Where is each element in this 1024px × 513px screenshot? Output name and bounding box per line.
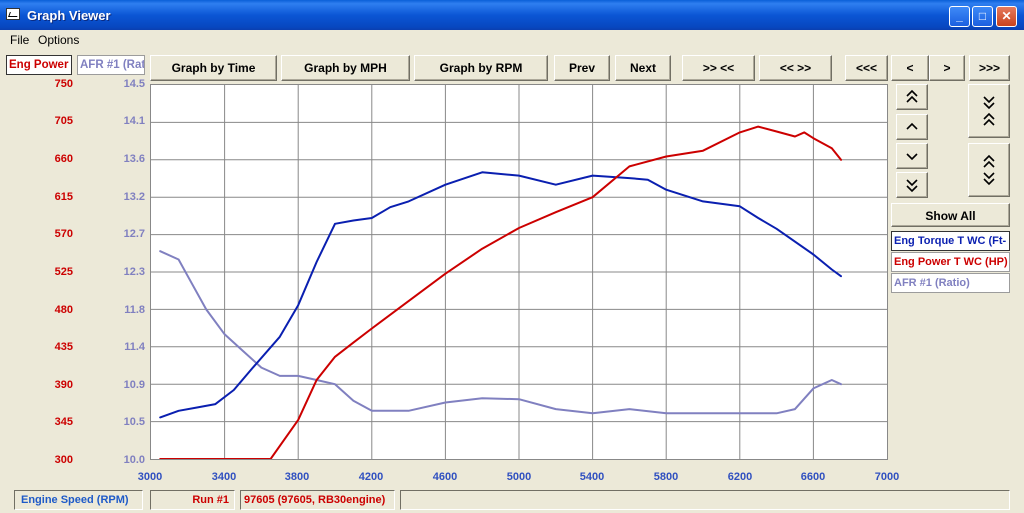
zoom-in-button[interactable]: >> <<: [682, 55, 755, 81]
afr-tick: 14.5: [123, 78, 145, 90]
prev-button[interactable]: Prev: [554, 55, 610, 81]
power-tick: 570: [54, 228, 73, 240]
power-tick: 480: [54, 304, 73, 316]
afr-tick: 11.4: [124, 341, 145, 353]
rpm-tick: 5400: [579, 471, 605, 483]
chevron-down-icon: [906, 153, 918, 161]
file-status: 97605 (97605, RB30engine): [240, 490, 395, 510]
afr-tick: 12.3: [123, 266, 145, 278]
power-tick: 390: [54, 379, 73, 391]
zoom-out-button[interactable]: << >>: [759, 55, 832, 81]
graph-by-mph-button[interactable]: Graph by MPH: [281, 55, 410, 81]
menu-file[interactable]: File: [10, 33, 29, 47]
rpm-tick: 6600: [800, 471, 826, 483]
rpm-tick: 4200: [358, 471, 384, 483]
graph-by-rpm-button[interactable]: Graph by RPM: [414, 55, 548, 81]
power-tick: 300: [54, 454, 73, 466]
window-title: Graph Viewer: [27, 8, 111, 23]
compress-chevrons-icon: [983, 154, 995, 186]
tab-eng-power[interactable]: Eng Power: [6, 55, 72, 75]
scroll-right-button[interactable]: >: [929, 55, 965, 81]
power-tick: 435: [54, 341, 73, 353]
rpm-tick: 5000: [506, 471, 532, 483]
power-tick: 525: [54, 266, 73, 278]
scroll-up-fast-button[interactable]: [896, 84, 928, 110]
minimize-button[interactable]: _: [949, 6, 970, 27]
plot-area[interactable]: [150, 84, 888, 460]
rpm-tick: 3800: [284, 471, 310, 483]
afr-tick: 11.8: [124, 304, 145, 316]
scroll-far-right-button[interactable]: >>>: [969, 55, 1010, 81]
double-chevron-up-icon: [906, 89, 918, 103]
rpm-tick: 4600: [432, 471, 458, 483]
power-tick: 615: [54, 191, 73, 203]
chevron-up-icon: [906, 122, 918, 130]
menu-options[interactable]: Options: [38, 33, 79, 47]
tab-afr[interactable]: AFR #1 (Rati: [77, 55, 145, 75]
series-line-torque: [159, 171, 842, 419]
afr-tick: 13.2: [123, 191, 145, 203]
graph-by-time-button[interactable]: Graph by Time: [150, 55, 277, 81]
rpm-tick: 3400: [211, 471, 237, 483]
run-status: Run #1: [150, 490, 235, 510]
series-line-power: [159, 125, 842, 459]
power-tick: 750: [54, 78, 73, 90]
expand-chevrons-icon: [983, 96, 995, 126]
rpm-tick: 7000: [874, 471, 900, 483]
scroll-far-left-button[interactable]: <<<: [845, 55, 888, 81]
scroll-up-button[interactable]: [896, 114, 928, 140]
rpm-tick: 3000: [137, 471, 163, 483]
afr-tick: 10.0: [123, 454, 145, 466]
power-tick: 705: [54, 115, 73, 127]
x-axis-status: Engine Speed (RPM): [14, 490, 143, 510]
afr-tick: 13.6: [123, 153, 145, 165]
legend-torque[interactable]: Eng Torque T WC (Ft-: [891, 231, 1010, 251]
title-bar: Graph Viewer _ □ ✕: [0, 0, 1024, 30]
expand-scale-button[interactable]: [968, 84, 1010, 138]
power-tick: 345: [54, 416, 73, 428]
info-status: [400, 490, 1010, 510]
double-chevron-down-icon: [906, 179, 918, 193]
next-button[interactable]: Next: [615, 55, 671, 81]
legend-afr[interactable]: AFR #1 (Ratio): [891, 273, 1010, 293]
legend-power[interactable]: Eng Power T WC (HP): [891, 252, 1010, 272]
scroll-left-button[interactable]: <: [891, 55, 929, 81]
compress-scale-button[interactable]: [968, 143, 1010, 197]
afr-tick: 12.7: [123, 228, 145, 240]
rpm-tick: 6200: [727, 471, 753, 483]
rpm-chart: [151, 85, 887, 459]
power-tick: 660: [54, 153, 73, 165]
series-line-afr: [159, 250, 842, 415]
scroll-down-fast-button[interactable]: [896, 172, 928, 198]
menu-bar: File Options: [0, 30, 1024, 50]
afr-tick: 10.9: [123, 379, 145, 391]
scroll-down-button[interactable]: [896, 143, 928, 169]
close-button[interactable]: ✕: [996, 6, 1017, 27]
afr-tick: 14.1: [123, 115, 145, 127]
maximize-button[interactable]: □: [972, 6, 993, 27]
afr-tick: 10.5: [123, 416, 145, 428]
rpm-tick: 5800: [653, 471, 679, 483]
graph-app-icon: [6, 8, 20, 20]
show-all-button[interactable]: Show All: [891, 203, 1010, 227]
